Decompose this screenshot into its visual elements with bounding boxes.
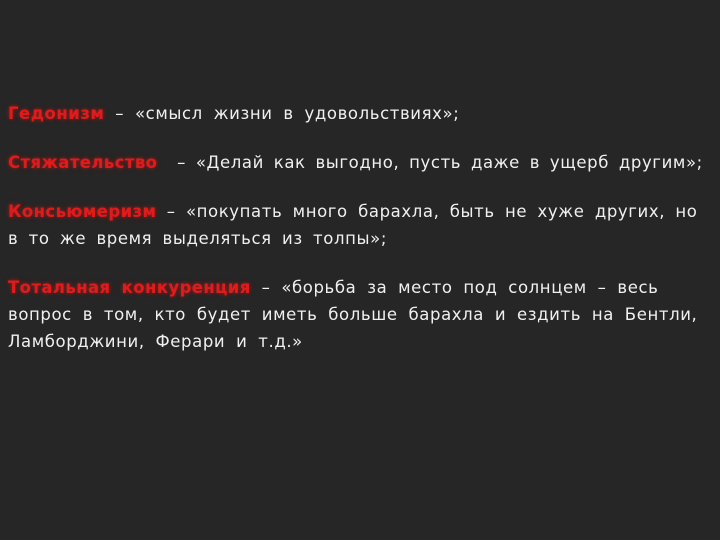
definition-separator: –: [156, 202, 186, 221]
definition-separator: –: [157, 153, 196, 172]
definition-separator: –: [250, 278, 282, 297]
definition-item: Гедонизм – «смысл жизни в удовольствиях»…: [8, 100, 714, 127]
definition-item: Стяжательство – «Делай как выгодно, пуст…: [8, 149, 714, 176]
definition-term: Стяжательство: [8, 153, 158, 172]
definition-term: Тотальная конкуренция: [8, 278, 251, 297]
definition-term: Консьюмеризм: [8, 202, 157, 221]
definition-term: Гедонизм: [8, 104, 105, 123]
definition-text: «смысл жизни в удовольствиях»;: [134, 104, 460, 123]
slide-canvas: Гедонизм – «смысл жизни в удовольствиях»…: [0, 0, 720, 540]
definition-separator: –: [104, 104, 135, 123]
definition-text: «Делай как выгодно, пусть даже в ущерб д…: [195, 153, 703, 172]
definition-item: Консьюмеризм – «покупать много барахла, …: [8, 198, 714, 252]
definition-list: Гедонизм – «смысл жизни в удовольствиях»…: [8, 100, 714, 355]
definition-item: Тотальная конкуренция – «борьба за место…: [8, 274, 714, 355]
